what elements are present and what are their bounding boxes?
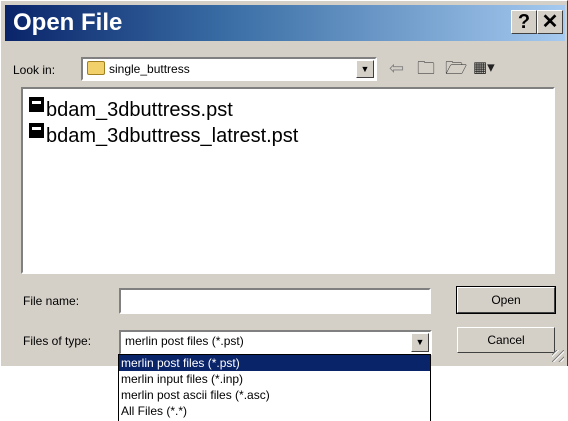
file-name: bdam_3dbuttress_latrest.pst	[46, 125, 299, 147]
file-item[interactable]: bdam_3dbuttress_latrest.pst	[29, 123, 298, 148]
file-type-option[interactable]: merlin post files (*.pst)	[119, 355, 430, 371]
up-folder-icon[interactable]: 🗀	[417, 57, 435, 79]
file-type-option[interactable]: merlin post ascii files (*.asc)	[119, 387, 430, 403]
file-type-option[interactable]: All Files (*.*)	[119, 403, 430, 419]
files-of-type-dropdown[interactable]: merlin post files (*.pst) ▼	[119, 330, 432, 355]
files-of-type-label: Files of type:	[23, 334, 92, 348]
close-button[interactable]: ✕	[537, 10, 563, 34]
file-name-label: File name:	[23, 294, 80, 308]
look-in-label: Look in:	[13, 63, 56, 77]
look-in-dropdown[interactable]: single_buttress ▼	[81, 57, 377, 81]
cancel-button[interactable]: Cancel	[457, 327, 555, 353]
file-icon	[29, 97, 44, 112]
open-file-dialog: Open File ? ✕ Look in: single_buttress ▼…	[0, 0, 568, 366]
look-in-value: single_buttress	[109, 62, 190, 76]
file-icon	[29, 123, 44, 138]
file-name: bdam_3dbuttress.pst	[46, 99, 233, 121]
file-list[interactable]: bdam_3dbuttress.pst bdam_3dbuttress_latr…	[21, 87, 555, 274]
dialog-title: Open File	[13, 9, 123, 36]
file-name-input[interactable]	[119, 288, 431, 314]
resize-grip[interactable]	[552, 350, 564, 362]
chevron-down-icon[interactable]: ▼	[411, 333, 429, 352]
files-of-type-value: merlin post files (*.pst)	[125, 334, 244, 348]
files-of-type-list[interactable]: merlin post files (*.pst) merlin input f…	[118, 354, 431, 421]
open-button[interactable]: Open	[456, 286, 556, 314]
file-type-option[interactable]: merlin input files (*.inp)	[119, 371, 430, 387]
chevron-down-icon[interactable]: ▼	[356, 60, 374, 78]
folder-icon	[87, 61, 105, 75]
view-menu-icon[interactable]: ▦▾	[473, 57, 495, 79]
help-button[interactable]: ?	[511, 10, 537, 34]
title-bar[interactable]: Open File ? ✕	[5, 5, 565, 41]
file-item[interactable]: bdam_3dbuttress.pst	[29, 97, 233, 122]
new-folder-icon[interactable]: 🗁	[445, 57, 467, 79]
back-arrow-icon[interactable]: ⇦	[389, 57, 404, 79]
